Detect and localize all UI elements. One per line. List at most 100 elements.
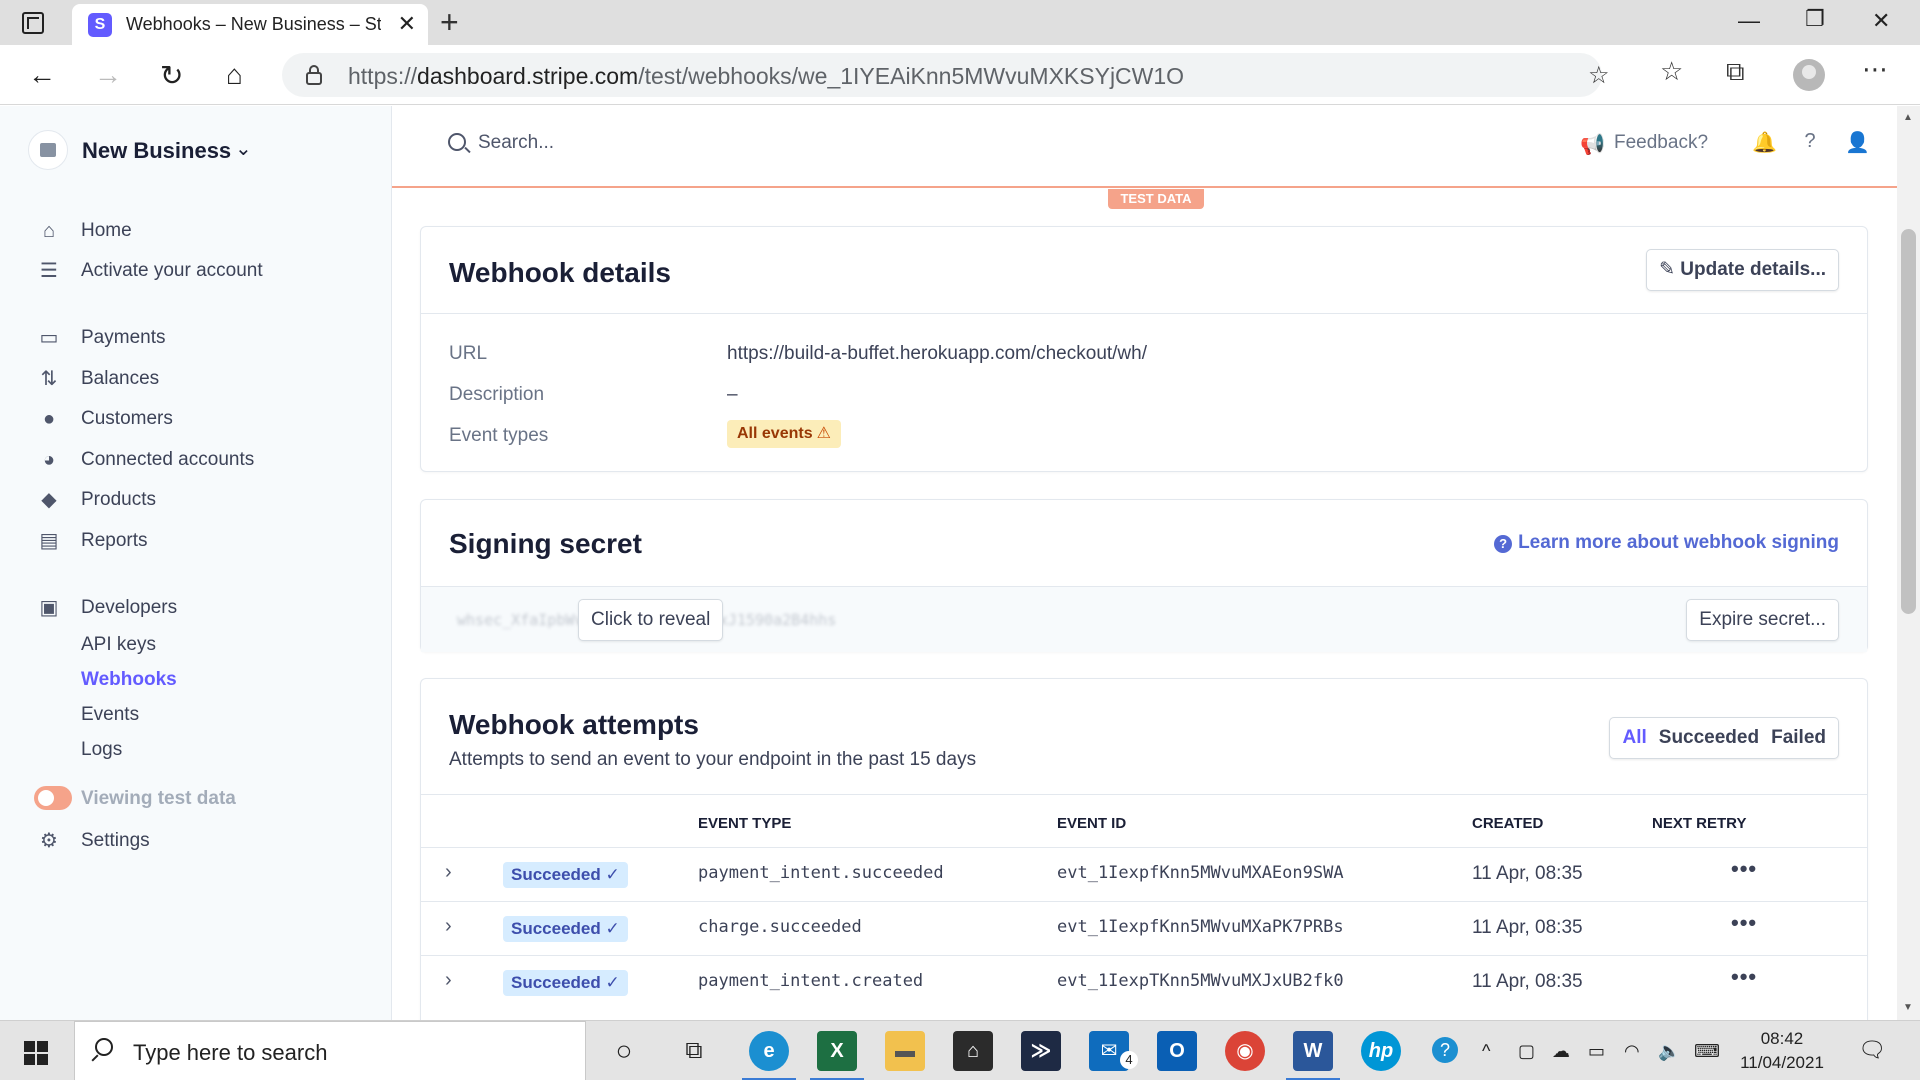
attempts-filter: All Succeeded Failed (1609, 717, 1839, 759)
click-to-reveal-button[interactable]: Click to reveal (578, 599, 724, 641)
profile-avatar[interactable] (1793, 59, 1825, 91)
taskbar-search[interactable]: Type here to search (74, 1021, 586, 1080)
table-row[interactable]: › Succeeded ✓ payment_intent.created evt… (421, 955, 1867, 1009)
file-explorer-icon[interactable]: ▬ (885, 1031, 925, 1071)
sidebar-item-label: Payments (81, 327, 166, 348)
balances-icon: ⇅ (40, 368, 58, 390)
sidebar-item-label: Balances (81, 368, 160, 389)
learn-more-label: Learn more about webhook signing (1518, 532, 1839, 553)
filter-failed[interactable]: Failed (1765, 727, 1832, 749)
webhook-attempts-card: Webhook attempts Attempts to send an eve… (420, 678, 1868, 1038)
account-icon[interactable]: 👤 (1845, 130, 1870, 154)
customers-icon: ● (42, 408, 56, 430)
filter-succeeded[interactable]: Succeeded (1653, 727, 1765, 749)
table-row[interactable]: › Succeeded ✓ charge.succeeded evt_1Iexp… (421, 901, 1867, 955)
sidebar-item-balances[interactable]: ⇅ Balances (0, 364, 392, 394)
windows-start-icon[interactable] (24, 1041, 48, 1065)
bell-icon[interactable]: 🔔 (1752, 130, 1777, 154)
hp-icon[interactable]: hp (1361, 1031, 1401, 1071)
status-label: Succeeded (511, 865, 601, 884)
minimize-icon[interactable]: — (1738, 8, 1760, 34)
chevron-right-icon[interactable]: › (445, 969, 452, 992)
sidebar-item-reports[interactable]: ▤ Reports (0, 526, 392, 556)
description-key: Description (449, 384, 545, 405)
language-icon[interactable]: ⌨ (1694, 1041, 1720, 1062)
home-browser-icon[interactable]: ⌂ (226, 59, 243, 91)
filter-all[interactable]: All (1616, 727, 1652, 749)
more-options-icon[interactable]: ⋯ (1862, 54, 1888, 85)
system-clock[interactable]: 08:42 11/04/2021 (1736, 1027, 1828, 1075)
close-tab-icon[interactable]: ✕ (398, 11, 416, 37)
chrome-icon[interactable]: ◉ (1225, 1031, 1265, 1071)
sidebar-item-label: Settings (81, 830, 150, 851)
sidebar-sub-events[interactable]: Events (81, 704, 139, 726)
sidebar-item-activate[interactable]: ☰ Activate your account (0, 256, 392, 286)
scroll-up-icon[interactable]: ▲ (1903, 112, 1913, 123)
browser-tab[interactable]: S Webhooks – New Business – Stripe ✕ (72, 4, 428, 45)
onedrive-icon[interactable]: ☁ (1552, 1041, 1570, 1062)
meet-now-icon[interactable]: ▢ (1518, 1041, 1535, 1062)
row-more-icon[interactable]: ••• (1731, 964, 1757, 990)
sidebar-item-developers[interactable]: ▣ Developers (0, 593, 392, 623)
scrollbar-thumb[interactable] (1901, 229, 1916, 614)
close-window-icon[interactable]: ✕ (1872, 8, 1890, 34)
search-icon (95, 1038, 113, 1056)
row-more-icon[interactable]: ••• (1731, 856, 1757, 882)
sidebar-item-home[interactable]: ⌂ Home (0, 216, 392, 246)
help-icon[interactable]: ? (1798, 130, 1822, 154)
pencil-icon: ✎ (1659, 259, 1681, 280)
row-more-icon[interactable]: ••• (1731, 910, 1757, 936)
check-icon: ✓ (605, 865, 620, 884)
page-scrollbar[interactable]: ▲ ▼ (1897, 106, 1920, 1020)
add-favorite-icon[interactable]: ☆ (1588, 61, 1610, 90)
sidebar-item-payments[interactable]: ▭ Payments (0, 323, 392, 353)
sidebar-item-label: Products (81, 489, 156, 510)
volume-icon[interactable]: 🔈 (1658, 1041, 1680, 1062)
battery-icon[interactable]: ▭ (1588, 1041, 1605, 1062)
sidebar-item-connected-accounts[interactable]: ◕ Connected accounts (0, 445, 392, 475)
sidebar-item-products[interactable]: ◆ Products (0, 485, 392, 515)
event-type-cell: payment_intent.succeeded (698, 863, 944, 883)
col-event-type: EVENT TYPE (698, 815, 792, 832)
new-tab-button[interactable]: + (440, 4, 459, 41)
webhook-details-card: Webhook details ✎ Update details... URL … (420, 226, 1868, 472)
event-id-cell: evt_1IexpfKnn5MWvuMXaPK7PRBs (1057, 917, 1344, 937)
test-data-toggle[interactable] (34, 786, 72, 810)
outlook-icon[interactable]: O (1157, 1031, 1197, 1071)
favorites-icon[interactable]: ☆ (1660, 56, 1683, 87)
restore-icon[interactable]: ❐ (1805, 6, 1825, 32)
store-icon[interactable]: ⌂ (953, 1031, 993, 1071)
tab-actions-icon[interactable] (22, 12, 44, 34)
sidebar-item-label: Home (81, 220, 132, 241)
scroll-down-icon[interactable]: ▼ (1903, 1002, 1913, 1013)
chevron-right-icon[interactable]: › (445, 915, 452, 938)
feedback-button[interactable]: Feedback? (1614, 132, 1708, 154)
update-details-button[interactable]: ✎ Update details... (1646, 249, 1839, 291)
edge-icon[interactable]: e (749, 1031, 789, 1071)
wifi-icon[interactable]: ◠ (1624, 1041, 1640, 1062)
collections-icon[interactable]: ⧉ (1726, 56, 1745, 88)
table-row[interactable]: › Succeeded ✓ payment_intent.succeeded e… (421, 847, 1867, 901)
sidebar-item-settings[interactable]: ⚙ Settings (0, 826, 392, 856)
learn-more-link[interactable]: ? Learn more about webhook signing (1494, 532, 1839, 554)
cortana-icon[interactable]: ○ (604, 1031, 644, 1071)
event-id-cell: evt_1IexpfKnn5MWvuMXAEon9SWA (1057, 863, 1344, 883)
back-icon[interactable]: ← (28, 59, 56, 91)
sidebar-sub-api-keys[interactable]: API keys (81, 634, 156, 656)
sidebar-item-customers[interactable]: ● Customers (0, 404, 392, 434)
expire-secret-button[interactable]: Expire secret... (1686, 599, 1839, 641)
word-icon[interactable]: W (1293, 1031, 1333, 1071)
visual-studio-icon[interactable]: ≫ (1021, 1031, 1061, 1071)
sidebar-sub-webhooks[interactable]: Webhooks (81, 669, 177, 691)
url-field[interactable]: https://dashboard.stripe.com/test/webhoo… (282, 53, 1610, 97)
refresh-icon[interactable]: ↻ (160, 59, 183, 92)
notifications-icon[interactable]: 🗨 (1858, 1037, 1886, 1063)
chevron-right-icon[interactable]: › (445, 861, 452, 884)
sidebar-sub-logs[interactable]: Logs (81, 739, 122, 761)
excel-icon[interactable]: X (817, 1031, 857, 1071)
help-circle-icon: ? (1494, 535, 1513, 553)
task-view-icon[interactable]: ⧉ (674, 1031, 714, 1071)
search-input[interactable]: Search... (478, 132, 554, 154)
help-app-icon[interactable]: ? (1432, 1037, 1458, 1063)
show-hidden-icons[interactable]: ^ (1482, 1041, 1490, 1062)
